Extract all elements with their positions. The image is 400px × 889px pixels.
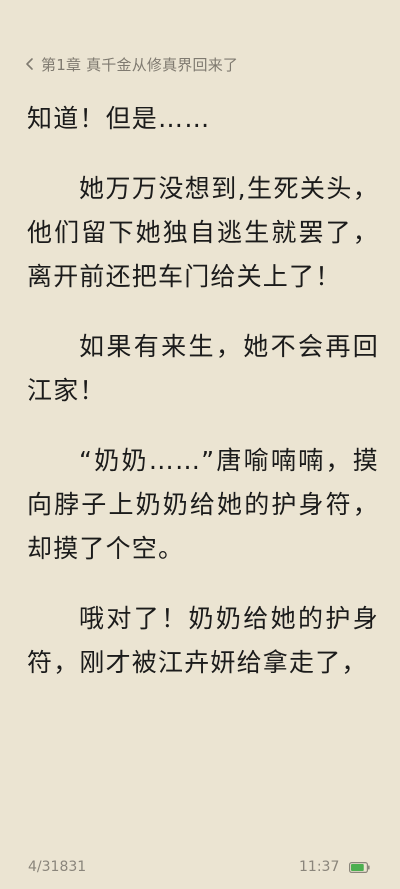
battery-fill [351, 864, 364, 871]
paragraph: 知道！但是…… [27, 104, 211, 133]
page-indicator: 4/31831 [28, 859, 87, 875]
reading-content[interactable]: 知道！但是…… 她万万没想到,生死关头，他们留下她独自逃生就罢了，离开前还把车门… [27, 97, 379, 685]
top-bar: 第1章 真千金从修真界回来了 [0, 52, 400, 76]
paragraph: 如果有来生，她不会再回江家！ [27, 332, 379, 405]
chapter-title[interactable]: 第1章 真千金从修真界回来了 [41, 54, 238, 75]
clock: 11:37 [299, 859, 340, 875]
paragraph: 哦对了！奶奶给她的护身符，刚才被江卉妍给拿走了， [27, 604, 379, 677]
status-footer: 4/31831 11:37 [0, 858, 400, 880]
paragraph: “奶奶……”唐喻喃喃，摸向脖子上奶奶给她的护身符，却摸了个空。 [27, 446, 379, 563]
paragraph: 她万万没想到,生死关头，他们留下她独自逃生就罢了，离开前还把车门给关上了！ [27, 174, 379, 291]
battery-icon [349, 862, 370, 873]
chevron-left-icon[interactable] [23, 57, 37, 71]
